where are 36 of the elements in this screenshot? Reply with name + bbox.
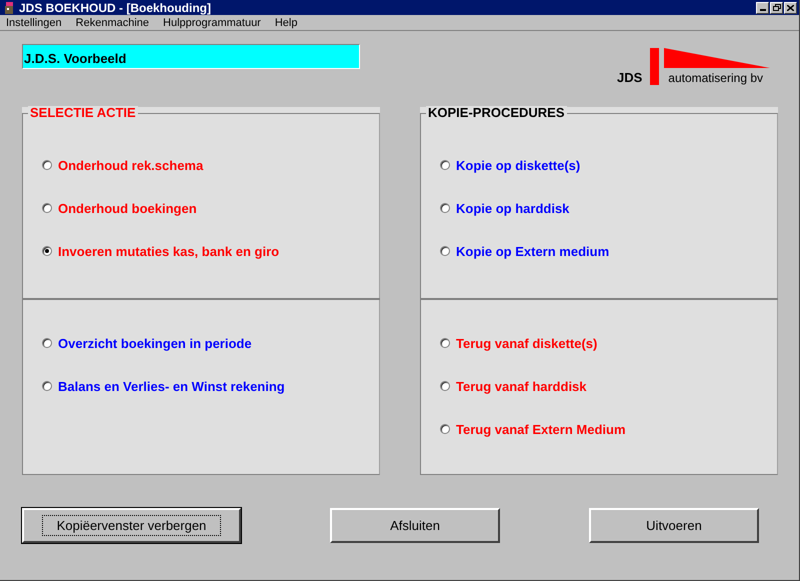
action-button[interactable]: Afsluiten [330,508,500,543]
option-label[interactable]: Kopie op diskette(s) [456,158,580,172]
minimize-button[interactable] [756,2,769,14]
radio-button[interactable] [42,160,52,170]
company-name-field[interactable]: J.D.S. Voorbeeld [22,44,360,69]
radio-button[interactable] [42,381,52,391]
group-title: SELECTIE ACTIE [28,106,138,120]
radio-button[interactable] [440,338,450,348]
menu-item[interactable]: Instellingen [6,16,62,28]
app-icon [3,2,15,14]
radio-button[interactable] [440,203,450,213]
radio-button[interactable] [42,246,52,256]
logo-tagline: automatisering bv [668,71,763,85]
menu-item[interactable]: Rekenmachine [76,16,150,28]
radio-button[interactable] [42,203,52,213]
radio-button[interactable] [440,424,450,434]
restore-button[interactable] [770,2,783,14]
radio-button[interactable] [440,381,450,391]
window-title: JDS BOEKHOUD - [Boekhouding] [19,0,212,14]
logo-icon [650,48,770,85]
logo-brand: JDS [616,70,642,85]
group-title: KOPIE-PROCEDURES [426,106,567,120]
restore-icon [772,4,780,11]
action-button[interactable]: Kopiëervenster verbergen [22,508,241,543]
menu-item[interactable]: Hulpprogrammatuur [163,16,261,28]
option-label[interactable]: Kopie op Extern medium [456,244,610,258]
option-label[interactable]: Balans en Verlies- en Winst rekening [58,378,285,394]
radio-button[interactable] [440,246,450,256]
radio-button[interactable] [42,338,52,348]
option-label[interactable]: Kopie op harddisk [456,200,570,216]
option-label[interactable]: Overzicht boekingen in periode [58,336,252,350]
action-button[interactable]: Uitvoeren [589,508,759,543]
menu-item[interactable]: Help [274,16,298,28]
close-icon [787,4,794,10]
close-button[interactable] [784,2,797,14]
radio-button[interactable] [440,160,450,170]
